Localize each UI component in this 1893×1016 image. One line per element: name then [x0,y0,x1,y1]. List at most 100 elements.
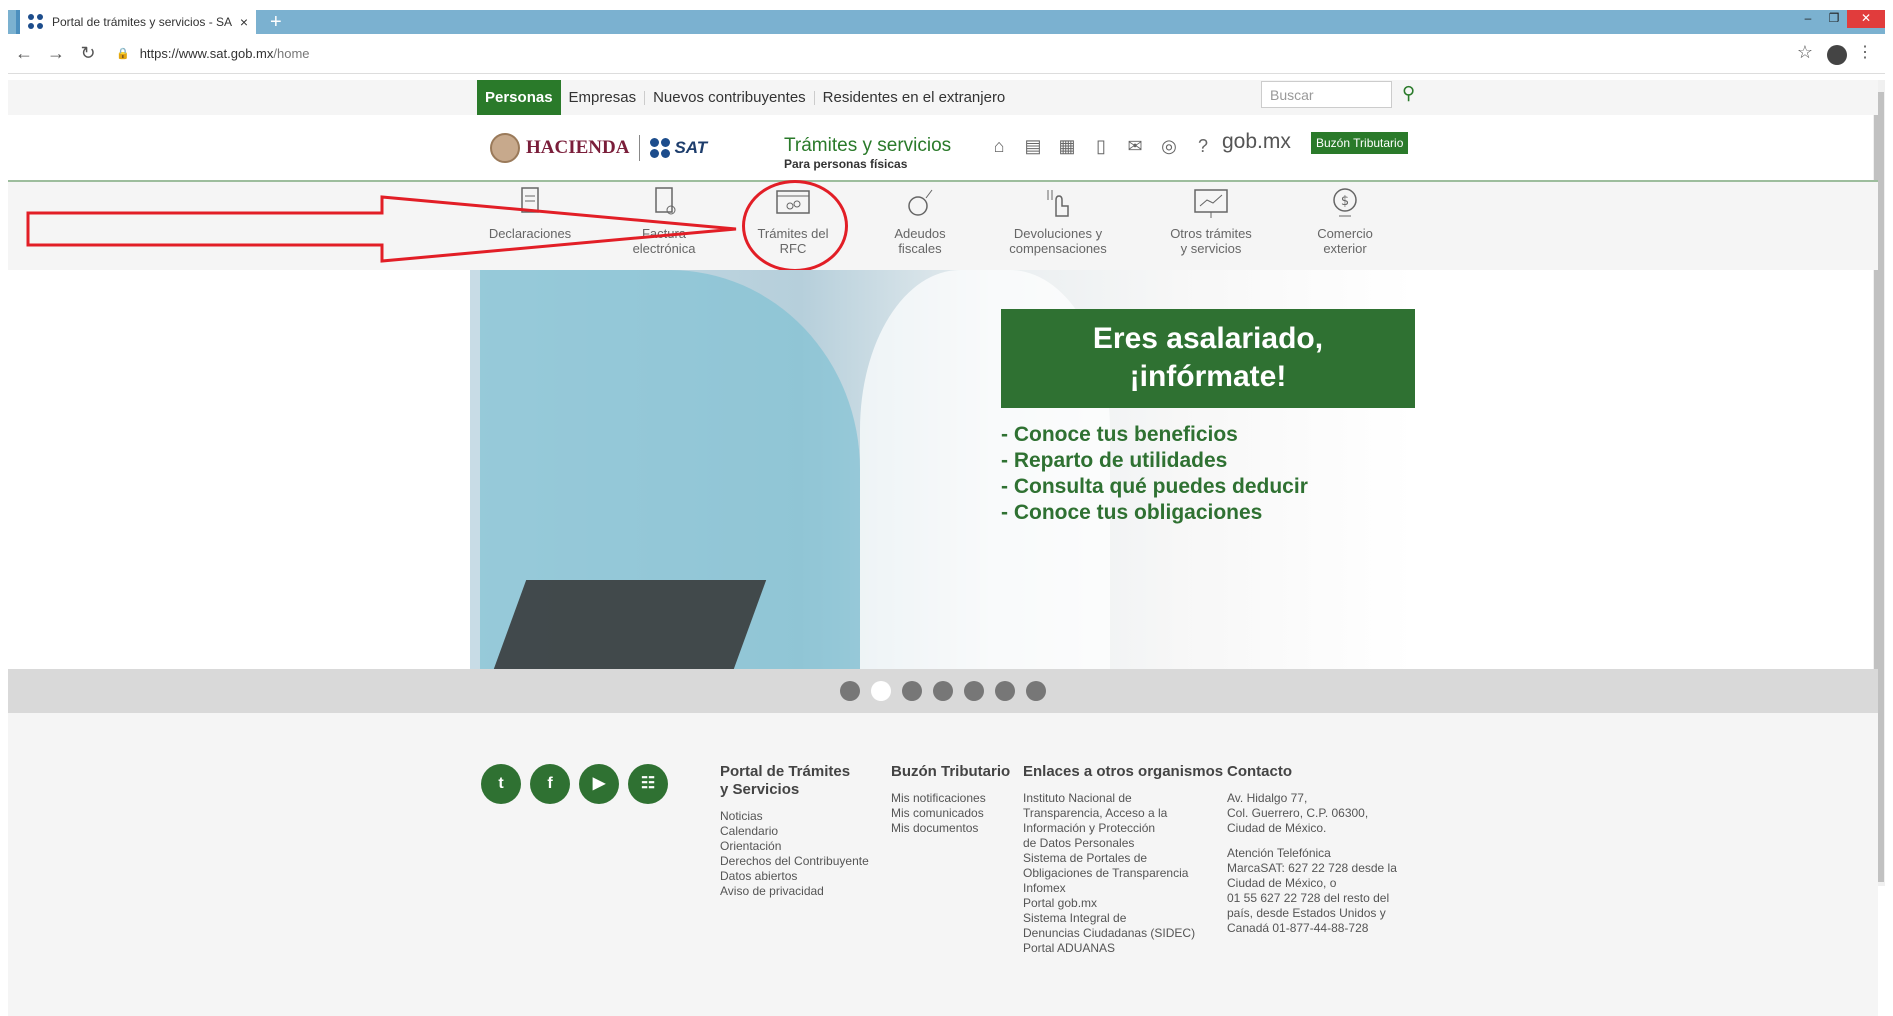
footer-link[interactable]: Ciudad de México, o [1227,876,1397,891]
comercio-exterior-icon: $ [1325,186,1365,222]
browser-tab[interactable]: Portal de trámites y servicios - SA × [16,10,256,34]
gobmx-link[interactable]: gob.mx [1222,130,1291,154]
footer-link[interactable]: Canadá 01-877-44-88-728 [1227,921,1397,936]
mail-icon[interactable]: ✉ [1124,135,1146,157]
footer-link[interactable]: Derechos del Contribuyente [720,854,869,869]
social-links: t f ▶ ☷ [481,764,668,804]
service-devoluciones[interactable]: Devoluciones y compensaciones [988,186,1128,256]
book-icon[interactable]: ▯ [1090,135,1112,157]
footer-link[interactable]: MarcaSAT: 627 22 728 desde la [1227,861,1397,876]
minimize-button[interactable]: – [1795,10,1821,28]
footer-link[interactable]: Orientación [720,839,869,854]
buzon-tributario-button[interactable]: Buzón Tributario [1311,132,1409,154]
footer-link[interactable]: Col. Guerrero, C.P. 06300, [1227,806,1397,821]
footer-link[interactable]: país, desde Estados Unidos y [1227,906,1397,921]
footer-link[interactable]: Portal ADUANAS [1023,941,1223,956]
service-otros-tramites[interactable]: Otros trámites y servicios [1141,186,1281,256]
search-input[interactable]: Buscar [1261,81,1392,108]
menu-kebab-icon[interactable]: ⋮ [1857,42,1873,62]
carousel-dot[interactable] [964,681,984,701]
home-icon[interactable]: ⌂ [988,135,1010,157]
tab-empresas[interactable]: Empresas [561,90,646,105]
site-footer: t f ▶ ☷ Portal de Trámites y Servicios No… [8,713,1878,1016]
carousel-dot[interactable] [933,681,953,701]
footer-link-list[interactable]: Instituto Nacional de Transparencia, Acce… [1023,791,1223,956]
calendar-icon[interactable]: ▦ [1056,135,1078,157]
footer-link[interactable]: Transparencia, Acceso a la [1023,806,1223,821]
carousel-dot[interactable] [871,681,891,701]
twitter-icon[interactable]: t [481,764,521,804]
footer-link[interactable]: Infomex [1023,881,1223,896]
carousel-dot[interactable] [902,681,922,701]
footer-link[interactable]: Información y Protección [1023,821,1223,836]
footer-col-title: Portal de Trámites y Servicios [720,763,851,798]
footer-link-list[interactable]: Mis notificaciones Mis comunicados Mis doc… [891,791,1010,836]
footer-link[interactable]: Mis comunicados [891,806,1010,821]
footer-link[interactable]: de Datos Personales [1023,836,1223,851]
hacienda-sat-logo[interactable]: HACIENDA SAT [490,133,707,163]
facebook-icon[interactable]: f [530,764,570,804]
maximize-button[interactable]: ❐ [1821,10,1847,28]
adeudos-icon [900,186,940,222]
profile-avatar[interactable] [1827,45,1847,65]
footer-link[interactable]: Noticias [720,809,869,824]
footer-link[interactable]: Mis notificaciones [891,791,1010,806]
footer-col-title: Buzón Tributario [891,763,1011,780]
footer-link-list[interactable]: Noticias Calendario Orientación Derechos de… [720,809,869,899]
url-field[interactable]: 🔒 https://www.sat.gob.mx/home [116,46,310,61]
footer-link[interactable]: Ciudad de México. [1227,821,1397,836]
bullet-item: - Conoce tus beneficios [1001,423,1238,446]
compass-icon[interactable]: ◎ [1158,135,1180,157]
forward-icon[interactable]: → [40,43,72,64]
bookmark-star-icon[interactable]: ☆ [1797,42,1813,63]
address-bar: ← → ↻ 🔒 https://www.sat.gob.mx/home ☆ ⋮ [8,34,1885,74]
hero-banner[interactable]: Eres asalariado, ¡infórmate! - Conoce tu… [470,270,1415,669]
footer-link[interactable]: Denuncias Ciudadanas (SIDEC) [1023,926,1223,941]
sat-favicon-icon [28,14,44,30]
carousel-dots [8,669,1878,713]
footer-link[interactable]: Mis documentos [891,821,1010,836]
footer-link[interactable]: Aviso de privacidad [720,884,869,899]
sitemap-icon[interactable]: ☷ [628,764,668,804]
footer-link[interactable]: Instituto Nacional de [1023,791,1223,806]
document-icon[interactable]: ▤ [1022,135,1044,157]
footer-link[interactable]: Obligaciones de Transparencia [1023,866,1223,881]
browser-tab-bar: Portal de trámites y servicios - SA × + … [8,10,1885,34]
hacienda-logo-text: HACIENDA [526,137,630,158]
service-adeudos-fiscales[interactable]: Adeudos fiscales [850,186,990,256]
carousel-dot[interactable] [840,681,860,701]
footer-link[interactable]: Sistema de Portales de [1023,851,1223,866]
page-title: Trámites y servicios [784,135,952,156]
footer-link[interactable]: Calendario [720,824,869,839]
footer-link[interactable]: Sistema Integral de [1023,911,1223,926]
close-window-button[interactable]: ✕ [1847,10,1885,28]
help-icon[interactable]: ? [1192,135,1214,157]
bullet-item: - Reparto de utilidades [1001,449,1228,472]
red-arrow-annotation [26,195,737,263]
mexico-seal-icon [490,133,520,163]
site-header: HACIENDA SAT Trámites y servicios Para p… [8,115,1878,182]
tab-nuevos-contribuyentes[interactable]: Nuevos contribuyentes [645,90,815,105]
sat-dots-icon [650,138,671,158]
reload-icon[interactable]: ↻ [72,43,104,64]
footer-link[interactable]: Datos abiertos [720,869,869,884]
footer-link[interactable]: Portal gob.mx [1023,896,1223,911]
sat-logo: SAT [650,138,707,158]
tab-close-icon[interactable]: × [240,14,248,30]
service-comercio-exterior[interactable]: $ Comercio exterior [1275,186,1415,256]
footer-link[interactable]: Av. Hidalgo 77, [1227,791,1397,806]
back-icon[interactable]: ← [8,43,40,64]
footer-link[interactable]: Atención Telefónica [1227,846,1397,861]
lock-icon: 🔒 [116,48,130,60]
laptop-image [493,580,767,669]
tab-personas[interactable]: Personas [477,80,561,115]
logo-divider [639,135,641,161]
carousel-dot[interactable] [1026,681,1046,701]
carousel-dot[interactable] [995,681,1015,701]
footer-link[interactable]: 01 55 627 22 728 del resto del [1227,891,1397,906]
new-tab-button[interactable]: + [270,11,282,33]
devoluciones-icon [1038,186,1078,222]
search-icon[interactable]: ⚲ [1402,83,1415,104]
tab-residentes-extranjero[interactable]: Residentes en el extranjero [815,90,1014,105]
youtube-icon[interactable]: ▶ [579,764,619,804]
